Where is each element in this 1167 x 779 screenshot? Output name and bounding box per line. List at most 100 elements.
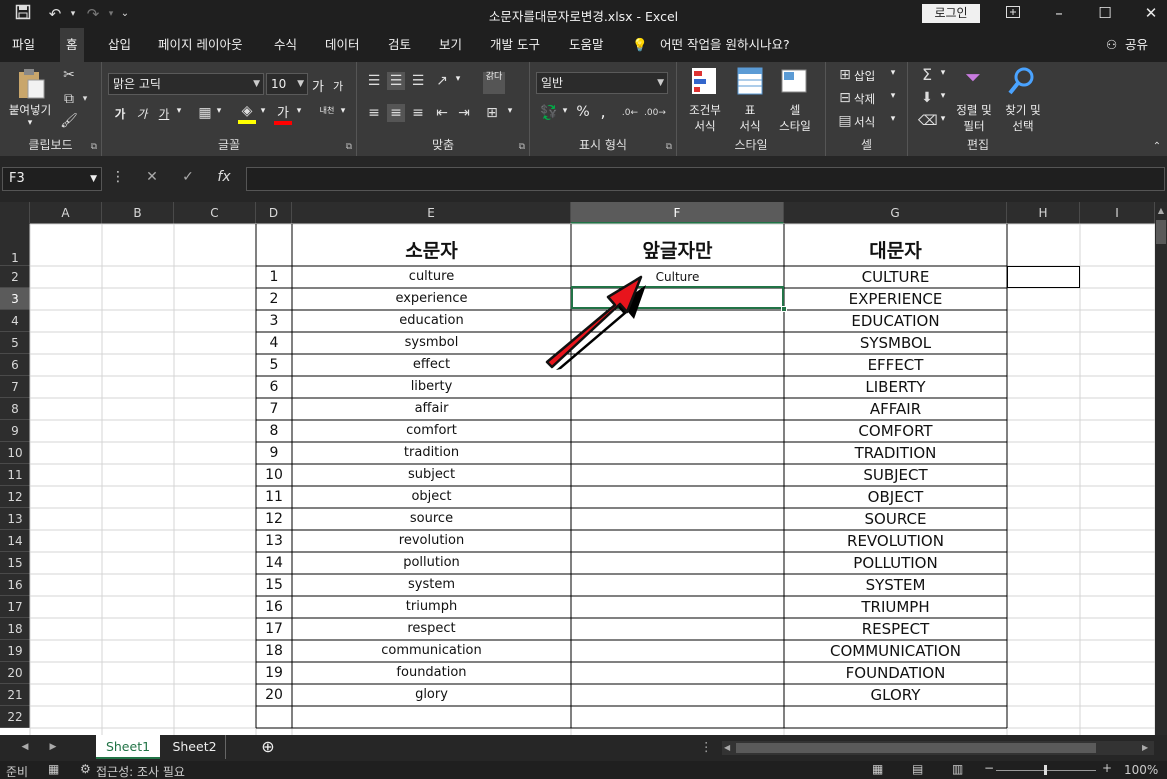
paste-icon[interactable]: [14, 68, 48, 102]
format-table-label-1[interactable]: 표: [733, 102, 767, 118]
page-layout-view-icon[interactable]: ▤: [912, 762, 923, 776]
cell-number[interactable]: 2: [256, 288, 292, 310]
align-right-icon[interactable]: ≡: [409, 104, 427, 122]
sort-filter-icon[interactable]: ⏷: [958, 67, 988, 98]
insert-dropdown-icon[interactable]: ▾: [888, 68, 898, 78]
cell-uppercase[interactable]: SYSTEM: [784, 574, 1007, 596]
cell-uppercase[interactable]: SOURCE: [784, 508, 1007, 530]
cell-number[interactable]: 16: [256, 596, 292, 618]
cell-number[interactable]: 15: [256, 574, 292, 596]
zoom-slider-thumb[interactable]: [1044, 765, 1047, 775]
cell-lowercase[interactable]: tradition: [292, 442, 571, 464]
cell-first-letter[interactable]: [571, 640, 784, 662]
cell-first-letter[interactable]: [571, 420, 784, 442]
zoom-level[interactable]: 100%: [1124, 763, 1158, 777]
cut-icon[interactable]: ✂: [60, 66, 78, 84]
cell-uppercase[interactable]: OBJECT: [784, 486, 1007, 508]
paste-label[interactable]: 붙여넣기: [6, 102, 54, 118]
cell-lowercase[interactable]: liberty: [292, 376, 571, 398]
cell-number[interactable]: 18: [256, 640, 292, 662]
cell-lowercase[interactable]: effect: [292, 354, 571, 376]
cell-number[interactable]: 19: [256, 662, 292, 684]
cell-number[interactable]: 8: [256, 420, 292, 442]
copy-icon[interactable]: ⧉: [60, 90, 78, 108]
tab-file[interactable]: 파일: [12, 28, 35, 62]
worksheet-grid[interactable]: ABCDEFGHI 1 2 3 4 5 6 7 8 9 10 11 12 13 14 15 16 17 18 19 2…: [0, 202, 1155, 735]
cell-first-letter[interactable]: [571, 508, 784, 530]
conditional-formatting-icon[interactable]: [689, 66, 719, 98]
cell-lowercase[interactable]: communication: [292, 640, 571, 662]
cell-lowercase[interactable]: glory: [292, 684, 571, 706]
share-button[interactable]: 공유: [1125, 28, 1148, 62]
sheet-tab-sheet1[interactable]: Sheet1: [96, 735, 160, 759]
next-sheet-icon[interactable]: ▶: [46, 735, 60, 759]
font-color-button[interactable]: 가: [274, 102, 292, 125]
tab-home[interactable]: 홈: [60, 28, 84, 62]
delete-dropdown-icon[interactable]: ▾: [888, 91, 898, 101]
cell-lowercase[interactable]: pollution: [292, 552, 571, 574]
scroll-up-icon[interactable]: ▲: [1156, 206, 1166, 215]
cell-number[interactable]: 7: [256, 398, 292, 420]
tab-formulas[interactable]: 수식: [274, 28, 297, 62]
underline-dropdown-icon[interactable]: ▾: [174, 106, 184, 116]
cell-number[interactable]: 12: [256, 508, 292, 530]
cell-lowercase[interactable]: respect: [292, 618, 571, 640]
tab-help[interactable]: 도움말: [569, 28, 604, 62]
cell-styles-icon[interactable]: [779, 66, 809, 98]
align-left-icon[interactable]: ≡: [365, 104, 383, 122]
autosum-dropdown-icon[interactable]: ▾: [938, 68, 948, 78]
cell-lowercase[interactable]: comfort: [292, 420, 571, 442]
fill-icon[interactable]: ⬇: [918, 89, 936, 107]
tab-split-handle-icon[interactable]: ⋮: [700, 735, 713, 759]
cell-uppercase[interactable]: RESPECT: [784, 618, 1007, 640]
underline-button[interactable]: 가: [156, 106, 172, 122]
name-box[interactable]: F3 ▼: [2, 167, 102, 191]
decrease-indent-icon[interactable]: ⇤: [433, 104, 451, 122]
normal-view-icon[interactable]: ▦: [872, 762, 883, 776]
align-middle-icon[interactable]: ☰: [387, 72, 405, 90]
clipboard-launcher-icon[interactable]: ⧉: [91, 142, 97, 152]
shrink-font-button[interactable]: 가: [330, 78, 346, 94]
fill-dropdown-icon[interactable]: ▾: [258, 106, 268, 116]
enter-icon[interactable]: ✓: [178, 169, 198, 185]
cell-uppercase[interactable]: SUBJECT: [784, 464, 1007, 486]
accounting-dropdown-icon[interactable]: ▾: [560, 106, 570, 116]
font-size-select[interactable]: 10 ▼: [266, 73, 308, 95]
cell-lowercase[interactable]: system: [292, 574, 571, 596]
number-format-select[interactable]: 일반 ▼: [536, 72, 668, 94]
ribbon-display-icon[interactable]: [998, 3, 1028, 23]
cell-lowercase[interactable]: education: [292, 310, 571, 332]
tab-insert[interactable]: 삽입: [108, 28, 131, 62]
cell-number[interactable]: 10: [256, 464, 292, 486]
insert-cells-button[interactable]: 삽입: [854, 68, 884, 84]
find-select-icon[interactable]: [1006, 66, 1036, 98]
cell-lowercase[interactable]: revolution: [292, 530, 571, 552]
minimize-icon[interactable]: –: [1044, 3, 1074, 23]
find-select-label-1[interactable]: 찾기 및: [1000, 102, 1046, 118]
fill-handle[interactable]: [781, 306, 787, 312]
cell-number[interactable]: 20: [256, 684, 292, 706]
cell-first-letter[interactable]: [571, 398, 784, 420]
cell-uppercase[interactable]: TRIUMPH: [784, 596, 1007, 618]
scroll-left-icon[interactable]: ◀: [724, 741, 734, 755]
insert-cells-icon[interactable]: ⊞: [836, 66, 854, 84]
vertical-scroll-thumb[interactable]: [1156, 220, 1166, 244]
format-dropdown-icon[interactable]: ▾: [888, 114, 898, 124]
horizontal-scrollbar[interactable]: ◀ ▶: [722, 741, 1154, 755]
decrease-decimal-icon[interactable]: .00→: [644, 104, 666, 122]
sort-filter-label-1[interactable]: 정렬 및: [952, 102, 996, 118]
tab-review[interactable]: 검토: [388, 28, 411, 62]
border-dropdown-icon[interactable]: ▾: [214, 106, 224, 116]
cell-first-letter[interactable]: [571, 596, 784, 618]
accessibility-status[interactable]: 접근성: 조사 필요: [96, 763, 185, 779]
lightbulb-icon[interactable]: 💡: [632, 28, 648, 62]
conditional-format-label-2[interactable]: 서식: [685, 118, 725, 134]
clear-icon[interactable]: ⌫: [918, 112, 938, 130]
cell-uppercase[interactable]: COMMUNICATION: [784, 640, 1007, 662]
cell-lowercase[interactable]: object: [292, 486, 571, 508]
formula-input[interactable]: [246, 167, 1165, 191]
percent-style-button[interactable]: %: [574, 104, 592, 120]
cell-uppercase[interactable]: EXPERIENCE: [784, 288, 1007, 310]
cell-first-letter[interactable]: [571, 574, 784, 596]
prev-sheet-icon[interactable]: ◀: [18, 735, 32, 759]
